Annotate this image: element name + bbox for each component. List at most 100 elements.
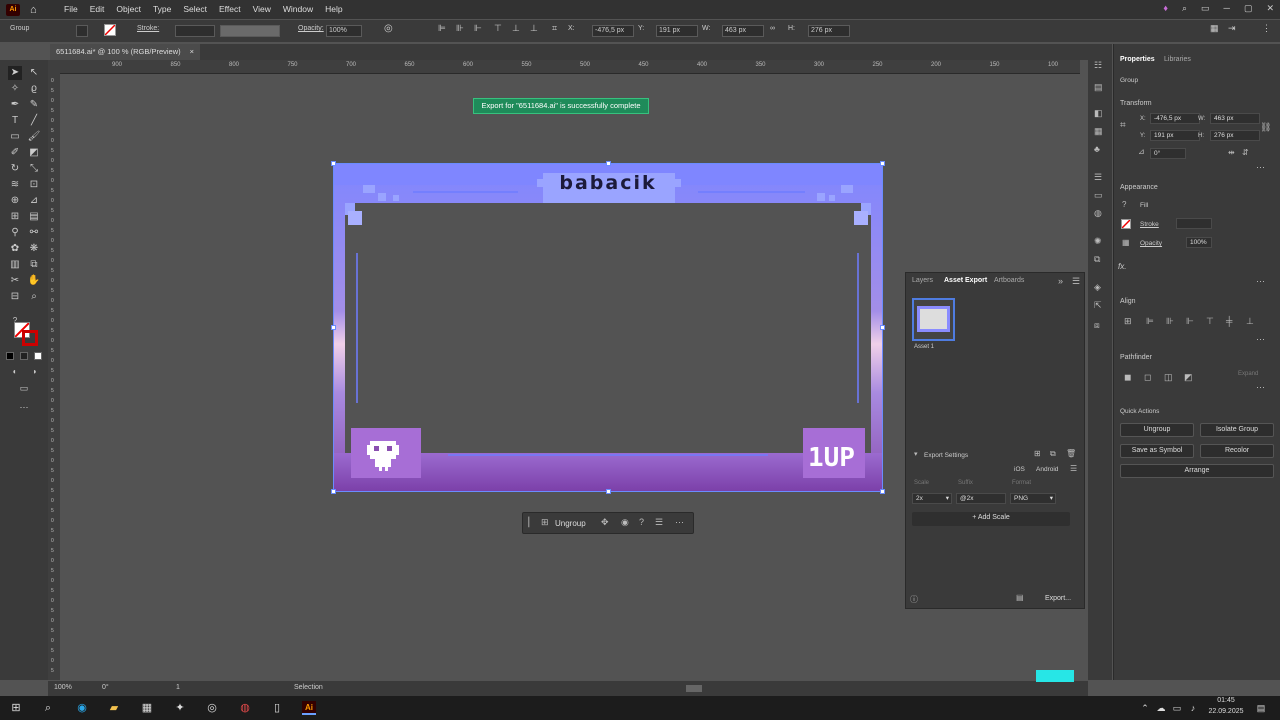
handle-bottom-right[interactable] xyxy=(880,489,885,494)
export-button[interactable]: Export... xyxy=(1032,593,1084,607)
zoom-tool-icon[interactable]: ⌕ xyxy=(27,290,41,304)
stroke-panel-icon[interactable]: ☰ xyxy=(1094,172,1102,183)
handle-top-left[interactable] xyxy=(331,161,336,166)
appearance-panel-icon[interactable]: ✺ xyxy=(1094,236,1102,247)
handle-bottom-center[interactable] xyxy=(606,489,611,494)
opacity-field[interactable]: 100% xyxy=(326,25,362,37)
stroke-weight-input[interactable] xyxy=(1176,218,1212,229)
drag-handle-icon[interactable]: ┃ xyxy=(526,517,531,528)
tab-layers[interactable]: Layers xyxy=(912,277,933,284)
x-input[interactable]: -476,5 px xyxy=(1150,113,1200,124)
blend-icon[interactable]: ⚯ xyxy=(27,226,41,240)
shaper-icon[interactable]: ✐ xyxy=(8,146,22,160)
unite-icon[interactable]: ◼ xyxy=(1124,372,1131,383)
stroke-label[interactable]: Stroke xyxy=(1140,221,1159,228)
handle-top-center[interactable] xyxy=(606,161,611,166)
panel-toggle-icon[interactable]: ⇥ xyxy=(1228,23,1236,34)
horizontal-scroll-thumb[interactable] xyxy=(686,685,702,692)
more-ctx-icon[interactable]: ⋯ xyxy=(675,517,684,528)
appearance-more-icon[interactable]: ⋯ xyxy=(1256,276,1265,287)
magic-wand-icon[interactable]: ✧ xyxy=(8,82,22,96)
h-align-left-icon[interactable]: ⊫ xyxy=(1146,316,1154,327)
collapse-icon[interactable]: » xyxy=(1058,276,1063,286)
app-icon[interactable]: ✦ xyxy=(173,701,187,715)
asset-export-icon[interactable]: ⇱ xyxy=(1094,300,1102,311)
intersect-icon[interactable]: ◫ xyxy=(1164,372,1173,383)
y-input[interactable]: 191 px xyxy=(1150,130,1200,141)
align-to-icon[interactable]: ⊞ xyxy=(1124,316,1132,327)
properties-panel-icon[interactable]: ☷ xyxy=(1094,60,1102,71)
menu-help[interactable]: Help xyxy=(319,0,348,19)
hand-tool-icon[interactable]: ✋ xyxy=(27,274,41,288)
width-tool-icon[interactable]: ≋ xyxy=(8,178,22,192)
menu-view[interactable]: View xyxy=(247,0,277,19)
handle-middle-left[interactable] xyxy=(331,325,336,330)
align-right-icon[interactable]: ⊩ xyxy=(474,23,482,34)
clock-date[interactable]: 22.09.2025 xyxy=(1202,708,1250,715)
h-align-center-icon[interactable]: ⊪ xyxy=(1166,316,1174,327)
asset-thumbnail[interactable] xyxy=(912,298,955,341)
minus-front-icon[interactable]: ◻ xyxy=(1144,372,1151,383)
graphic-styles-icon[interactable]: ⧉ xyxy=(1094,254,1100,265)
artboard-tool-icon[interactable]: ⧉ xyxy=(27,258,41,272)
symbol-sprayer-icon[interactable]: ✿ xyxy=(8,242,22,256)
align-more-icon[interactable]: ⋯ xyxy=(1256,334,1265,345)
v-align-top-icon[interactable]: ⊤ xyxy=(1206,316,1214,327)
add-scale-button[interactable]: + Add Scale xyxy=(912,512,1070,526)
rotation-value[interactable]: 0° xyxy=(102,684,109,691)
edge-icon[interactable]: ◉ xyxy=(75,701,89,715)
transform-ref-icon[interactable]: ⌗ xyxy=(552,23,557,34)
angle-select[interactable]: 0° xyxy=(1150,148,1186,159)
more-icon[interactable]: ⋮ xyxy=(1262,23,1271,34)
info-icon[interactable]: ⓘ xyxy=(910,594,918,605)
type-tool-icon[interactable]: T xyxy=(8,114,22,128)
stroke-weight-field[interactable] xyxy=(175,25,215,37)
layers-panel-icon[interactable]: ◈ xyxy=(1094,282,1101,293)
menu-file[interactable]: File xyxy=(58,0,84,19)
align-middle-icon[interactable]: ⊥ xyxy=(512,23,520,34)
fill-color-icon[interactable] xyxy=(22,330,38,346)
scale-select[interactable]: 2x ▾ xyxy=(912,493,952,504)
notes-icon[interactable]: ▯ xyxy=(270,701,284,715)
menu-effect[interactable]: Effect xyxy=(213,0,247,19)
handle-top-right[interactable] xyxy=(880,161,885,166)
bell-icon[interactable]: ♦ xyxy=(1163,3,1168,14)
print-tiling-icon[interactable]: ⊟ xyxy=(8,290,22,304)
pen-tool-icon[interactable]: ✒ xyxy=(8,98,22,112)
pathfinder-more-icon[interactable]: ⋯ xyxy=(1256,382,1265,393)
network-icon[interactable]: ▭ xyxy=(1170,701,1184,715)
flip-vertical-icon[interactable]: ⇵ xyxy=(1242,148,1249,157)
exclude-icon[interactable]: ◩ xyxy=(1184,372,1193,383)
start-icon[interactable]: ⊞ xyxy=(9,701,23,715)
mesh-icon[interactable]: ⊞ xyxy=(8,210,22,224)
close-tab-icon[interactable]: × xyxy=(190,44,194,60)
color-panel-icon[interactable]: ◧ xyxy=(1094,108,1103,119)
cloud-icon[interactable]: ☁ xyxy=(1154,701,1168,715)
fill-swatch[interactable] xyxy=(76,25,88,37)
none-mode-icon[interactable] xyxy=(34,352,42,360)
graph-tool-icon[interactable]: ▥ xyxy=(8,258,22,272)
tab-asset-export[interactable]: Asset Export xyxy=(944,277,987,284)
w-input[interactable]: 463 px xyxy=(1210,113,1260,124)
save-as-symbol-button[interactable]: Save as Symbol xyxy=(1120,444,1194,458)
gradient-mode-icon[interactable] xyxy=(20,352,28,360)
explorer-icon[interactable]: ▰ xyxy=(107,701,121,715)
transform-icon[interactable]: ✥ xyxy=(601,517,609,528)
brush-dropdown[interactable] xyxy=(220,25,280,37)
align-top-icon[interactable]: ⊤ xyxy=(494,23,502,34)
recolor-button[interactable]: Recolor xyxy=(1200,444,1274,458)
stroke-swatch-icon[interactable] xyxy=(1121,219,1131,229)
opacity-label[interactable]: Opacity xyxy=(1140,240,1162,247)
v-align-center-icon[interactable]: ╪ xyxy=(1226,316,1232,326)
w-field[interactable]: 463 px xyxy=(722,25,764,37)
menu-type[interactable]: Type xyxy=(147,0,177,19)
notifications-icon[interactable]: ▤ xyxy=(1254,701,1268,715)
recolor-icon[interactable]: ◎ xyxy=(384,23,393,34)
rectangle-tool-icon[interactable]: ▭ xyxy=(8,130,22,144)
shape-builder-icon[interactable]: ⊕ xyxy=(8,194,22,208)
h-align-right-icon[interactable]: ⊩ xyxy=(1186,316,1194,327)
suffix-input[interactable]: @2x xyxy=(956,493,1006,504)
menu-ctx-icon[interactable]: ☰ xyxy=(655,517,663,528)
transparency-panel-icon[interactable]: ◍ xyxy=(1094,208,1102,219)
format-select[interactable]: PNG ▾ xyxy=(1010,493,1056,504)
